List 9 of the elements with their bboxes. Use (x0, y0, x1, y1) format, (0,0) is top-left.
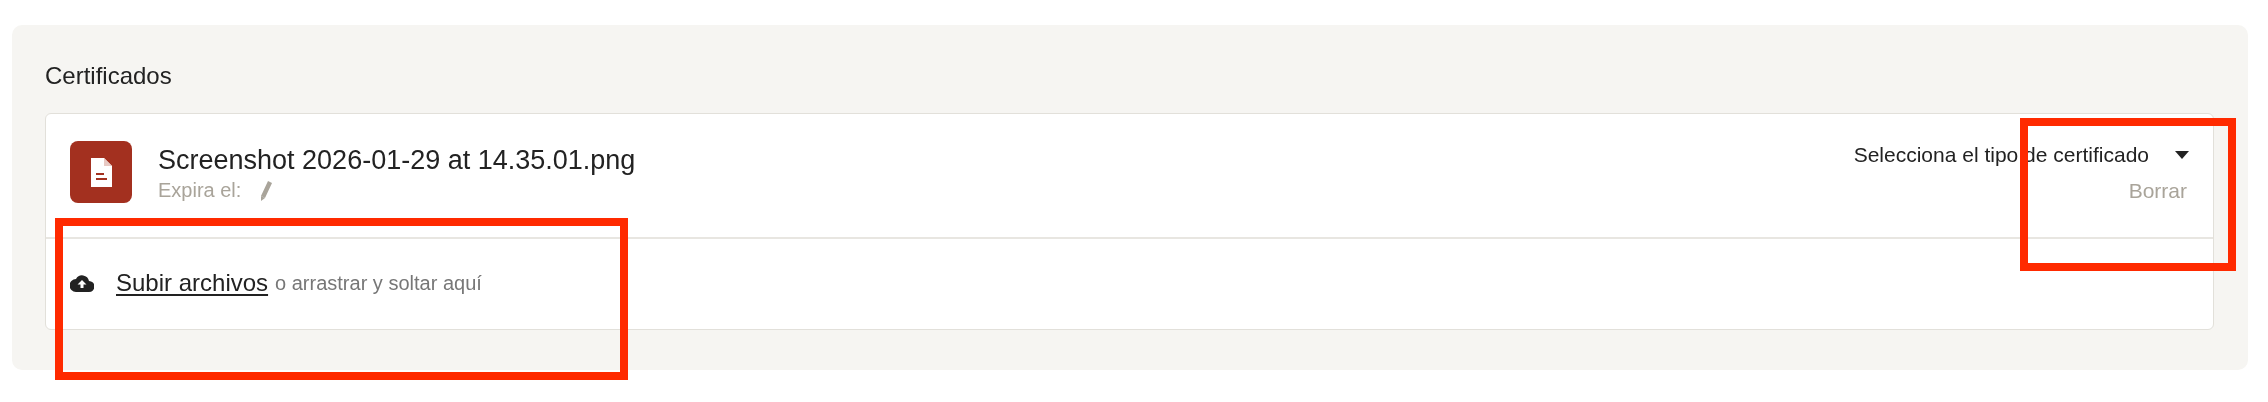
document-icon (70, 141, 132, 203)
file-name: Screenshot 2026-01-29 at 14.35.01.png (158, 144, 636, 177)
pencil-icon[interactable] (259, 179, 274, 202)
upload-files-link[interactable]: Subir archivos (116, 269, 269, 297)
section-title: Certificados (45, 61, 173, 91)
cloud-upload-icon (70, 274, 94, 292)
drag-drop-hint: o arrastrar y soltar aquí (275, 271, 482, 295)
caret-icon (2175, 151, 2189, 159)
expiry-label: Expira el: (158, 179, 242, 202)
